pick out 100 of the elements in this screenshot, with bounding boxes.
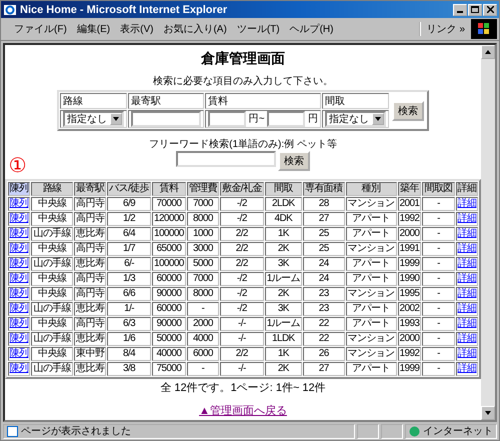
scroll-down-icon[interactable] bbox=[485, 411, 491, 415]
maximize-button[interactable] bbox=[468, 4, 482, 16]
freeword-label: フリーワード検索(1単語のみ):例 ペット等 bbox=[149, 138, 337, 151]
row-link[interactable]: 陳列 bbox=[10, 198, 28, 209]
row-link[interactable]: 詳細 bbox=[458, 213, 476, 224]
scroll-up-icon[interactable] bbox=[485, 50, 491, 54]
chevron-icon[interactable]: » bbox=[459, 24, 465, 35]
search-button[interactable]: 検索 bbox=[392, 100, 424, 120]
line-select[interactable]: 指定なし bbox=[62, 111, 124, 127]
table-cell: 1ルーム bbox=[264, 317, 302, 331]
menu-item[interactable]: 表示(V) bbox=[115, 22, 158, 36]
rent-to-input[interactable] bbox=[267, 111, 306, 127]
row-link[interactable]: 詳細 bbox=[458, 243, 476, 254]
menu-item[interactable]: ファイル(F) bbox=[9, 22, 72, 36]
table-cell: 中央線 bbox=[31, 242, 73, 256]
table-cell: 4000 bbox=[186, 332, 219, 346]
row-link[interactable]: 詳細 bbox=[458, 228, 476, 239]
row-link[interactable]: 陳列 bbox=[10, 258, 28, 269]
back-link[interactable]: ▲管理画面へ戻る bbox=[199, 403, 287, 418]
table-cell: -/- bbox=[220, 332, 264, 346]
table-cell: 2002 bbox=[398, 302, 422, 316]
table-cell: 恵比寿 bbox=[74, 257, 106, 271]
column-header[interactable]: 路線 bbox=[31, 182, 73, 196]
column-header[interactable]: バス/徒歩 bbox=[107, 182, 151, 196]
table-cell: 中央線 bbox=[31, 317, 73, 331]
row-link[interactable]: 詳細 bbox=[458, 288, 476, 299]
row-link[interactable]: 詳細 bbox=[458, 333, 476, 344]
table-cell: 3/8 bbox=[107, 362, 151, 376]
table-cell: - bbox=[422, 212, 455, 226]
table-cell: 山の手線 bbox=[31, 332, 73, 346]
row-link[interactable]: 陳列 bbox=[10, 273, 28, 284]
column-header[interactable]: 陳列 bbox=[8, 182, 30, 196]
table-cell: 高円寺 bbox=[74, 272, 106, 286]
table-cell: 6/- bbox=[107, 257, 151, 271]
table-cell: 6/6 bbox=[107, 287, 151, 301]
table-cell: 1/6 bbox=[107, 332, 151, 346]
layout-select[interactable]: 指定なし bbox=[325, 111, 386, 127]
row-link[interactable]: 詳細 bbox=[458, 318, 476, 329]
row-link[interactable]: 陳列 bbox=[10, 318, 28, 329]
table-cell: - bbox=[186, 362, 219, 376]
table-cell: 22 bbox=[302, 317, 345, 331]
row-link[interactable]: 陳列 bbox=[10, 363, 28, 374]
rent-from-input[interactable] bbox=[208, 111, 246, 127]
minimize-button[interactable] bbox=[453, 4, 467, 16]
close-button[interactable] bbox=[483, 4, 497, 16]
table-cell: 中央線 bbox=[31, 272, 73, 286]
row-link[interactable]: 詳細 bbox=[458, 348, 476, 359]
row-link[interactable]: 詳細 bbox=[458, 258, 476, 269]
table-cell: 2000 bbox=[398, 227, 422, 241]
table-cell: - bbox=[422, 197, 455, 211]
column-header[interactable]: 間取図 bbox=[422, 182, 455, 196]
table-cell: 60000 bbox=[152, 302, 186, 316]
row-link[interactable]: 陳列 bbox=[10, 333, 28, 344]
table-cell: 90000 bbox=[152, 317, 186, 331]
table-cell: 3K bbox=[264, 302, 302, 316]
row-link[interactable]: 陳列 bbox=[10, 213, 28, 224]
rent-from-unit: 円~ bbox=[248, 114, 265, 125]
table-cell: 22 bbox=[302, 332, 345, 346]
menu-item[interactable]: お気に入り(A) bbox=[158, 22, 232, 36]
row-link[interactable]: 陳列 bbox=[10, 288, 28, 299]
row-link[interactable]: 詳細 bbox=[458, 198, 476, 209]
menu-item[interactable]: 編集(E) bbox=[72, 22, 116, 36]
table-cell: -/2 bbox=[220, 197, 264, 211]
table-cell: 中央線 bbox=[31, 287, 73, 301]
table-cell: アパート bbox=[346, 257, 397, 271]
column-header[interactable]: 賃料 bbox=[152, 182, 186, 196]
row-link[interactable]: 陳列 bbox=[10, 228, 28, 239]
table-cell: アパート bbox=[346, 302, 397, 316]
table-cell: 高円寺 bbox=[74, 197, 106, 211]
row-link[interactable]: 詳細 bbox=[458, 273, 476, 284]
table-cell: 70000 bbox=[152, 197, 186, 211]
table-cell: 27 bbox=[302, 362, 345, 376]
table-cell: 恵比寿 bbox=[74, 362, 106, 376]
station-input[interactable] bbox=[130, 111, 201, 127]
column-header[interactable]: 管理費 bbox=[186, 182, 219, 196]
column-header[interactable]: 敷金/礼金 bbox=[220, 182, 264, 196]
menu-item[interactable]: ツール(T) bbox=[232, 22, 285, 36]
table-cell: 1/- bbox=[107, 302, 151, 316]
table-cell: 23 bbox=[302, 287, 345, 301]
table-cell: 山の手線 bbox=[31, 362, 73, 376]
row-link[interactable]: 陳列 bbox=[10, 303, 28, 314]
freeword-search-button[interactable]: 検索 bbox=[278, 151, 310, 171]
links-label[interactable]: リンク bbox=[426, 24, 457, 35]
row-link[interactable]: 詳細 bbox=[458, 303, 476, 314]
menu-item[interactable]: ヘルプ(H) bbox=[284, 22, 338, 36]
freeword-input[interactable] bbox=[176, 151, 276, 167]
column-header[interactable]: 種別 bbox=[346, 182, 397, 196]
column-header[interactable]: 築年 bbox=[398, 182, 422, 196]
column-header[interactable]: 詳細 bbox=[456, 182, 478, 196]
status-message: ページが表示されました bbox=[21, 424, 131, 438]
row-link[interactable]: 陳列 bbox=[10, 243, 28, 254]
table-cell: - bbox=[422, 347, 455, 361]
column-header[interactable]: 最寄駅 bbox=[74, 182, 106, 196]
row-link[interactable]: 詳細 bbox=[458, 363, 476, 374]
table-cell: 7000 bbox=[186, 272, 219, 286]
column-header[interactable]: 間取 bbox=[264, 182, 302, 196]
table-cell: 2/2 bbox=[220, 227, 264, 241]
table-cell: アパート bbox=[346, 227, 397, 241]
column-header[interactable]: 専有面積 bbox=[302, 182, 345, 196]
row-link[interactable]: 陳列 bbox=[10, 348, 28, 359]
